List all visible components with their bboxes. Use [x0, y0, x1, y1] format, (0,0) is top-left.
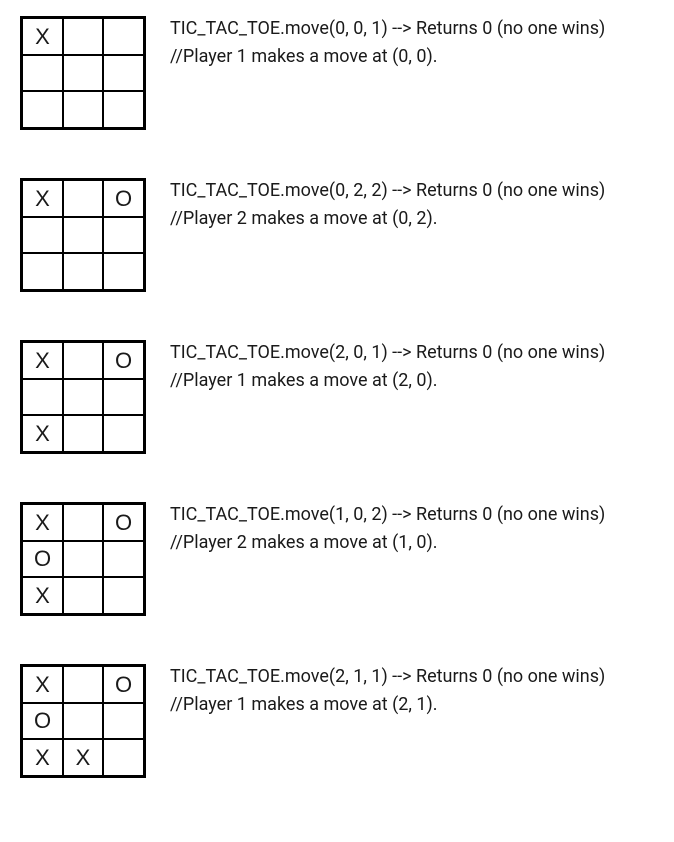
step-description: TIC_TAC_TOE.move(0, 0, 1) --> Returns 0 … [170, 16, 658, 70]
grid-cell [63, 577, 103, 613]
grid-cell: X [23, 739, 63, 775]
comment-text: //Player 2 makes a move at (1, 0). [170, 530, 638, 556]
grid-cell [63, 55, 103, 91]
grid-cell: O [103, 181, 143, 217]
tictactoe-grid: XO [20, 178, 146, 292]
grid-cell [103, 91, 143, 127]
step-4: XOOXXTIC_TAC_TOE.move(2, 1, 1) --> Retur… [16, 664, 658, 778]
grid-cell [23, 91, 63, 127]
grid-cell [103, 253, 143, 289]
grid-cell: X [63, 739, 103, 775]
call-text: TIC_TAC_TOE.move(0, 2, 2) --> Returns 0 … [170, 178, 638, 204]
grid-cell [63, 253, 103, 289]
grid-cell [63, 181, 103, 217]
grid-cell: X [23, 343, 63, 379]
grid-cell [103, 55, 143, 91]
grid-cell [103, 379, 143, 415]
grid-cell [23, 379, 63, 415]
grid-cell: X [23, 577, 63, 613]
grid-cell [103, 217, 143, 253]
tictactoe-grid: X [20, 16, 146, 130]
step-description: TIC_TAC_TOE.move(2, 1, 1) --> Returns 0 … [170, 664, 658, 718]
grid-cell [103, 739, 143, 775]
grid-cell [63, 703, 103, 739]
tictactoe-grid: XOOX [20, 502, 146, 616]
grid-cell [23, 217, 63, 253]
grid-cell [103, 577, 143, 613]
grid-cell: X [23, 19, 63, 55]
comment-text: //Player 1 makes a move at (0, 0). [170, 44, 638, 70]
tictactoe-grid: XOOXX [20, 664, 146, 778]
grid-cell: O [103, 505, 143, 541]
grid-cell: O [23, 703, 63, 739]
grid-cell: O [103, 667, 143, 703]
grid-cell [63, 505, 103, 541]
grid-cell: X [23, 415, 63, 451]
call-text: TIC_TAC_TOE.move(2, 0, 1) --> Returns 0 … [170, 340, 638, 366]
comment-text: //Player 1 makes a move at (2, 1). [170, 692, 638, 718]
grid-cell [63, 343, 103, 379]
step-1: XOTIC_TAC_TOE.move(0, 2, 2) --> Returns … [16, 178, 658, 292]
call-text: TIC_TAC_TOE.move(2, 1, 1) --> Returns 0 … [170, 664, 638, 690]
grid-cell [63, 541, 103, 577]
grid-cell [63, 415, 103, 451]
grid-cell: X [23, 181, 63, 217]
grid-cell: O [23, 541, 63, 577]
grid-cell [103, 415, 143, 451]
step-0: X TIC_TAC_TOE.move(0, 0, 1) --> Returns 0… [16, 16, 658, 130]
grid-cell [63, 379, 103, 415]
grid-cell: X [23, 505, 63, 541]
step-2: X O X TIC_TAC_TOE.move(2, 0, 1) --> Returns… [16, 340, 658, 454]
grid-cell: X [23, 667, 63, 703]
grid-cell [63, 667, 103, 703]
grid-cell [23, 55, 63, 91]
comment-text: //Player 1 makes a move at (2, 0). [170, 368, 638, 394]
call-text: TIC_TAC_TOE.move(1, 0, 2) --> Returns 0 … [170, 502, 638, 528]
step-3: XOOXTIC_TAC_TOE.move(1, 0, 2) --> Return… [16, 502, 658, 616]
tictactoe-grid: X O X [20, 340, 146, 454]
grid-cell [103, 19, 143, 55]
step-description: TIC_TAC_TOE.move(2, 0, 1) --> Returns 0 … [170, 340, 658, 394]
grid-cell [63, 217, 103, 253]
grid-cell [23, 253, 63, 289]
grid-cell [63, 91, 103, 127]
step-description: TIC_TAC_TOE.move(1, 0, 2) --> Returns 0 … [170, 502, 658, 556]
step-description: TIC_TAC_TOE.move(0, 2, 2) --> Returns 0 … [170, 178, 658, 232]
grid-cell [63, 19, 103, 55]
grid-cell: O [103, 343, 143, 379]
call-text: TIC_TAC_TOE.move(0, 0, 1) --> Returns 0 … [170, 16, 638, 42]
grid-cell [103, 703, 143, 739]
comment-text: //Player 2 makes a move at (0, 2). [170, 206, 638, 232]
grid-cell [103, 541, 143, 577]
